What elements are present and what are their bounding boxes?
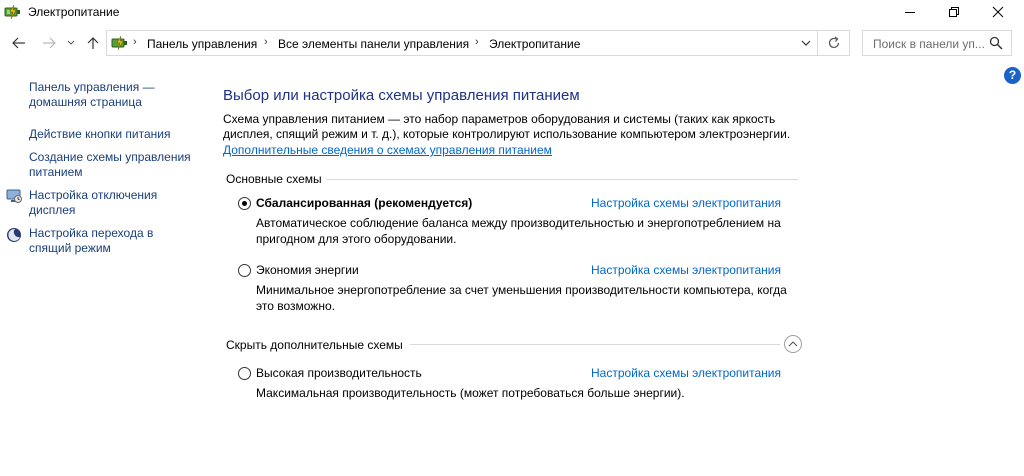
close-button[interactable] — [976, 0, 1020, 24]
moon-icon — [7, 228, 21, 242]
power-options-app-icon — [4, 4, 20, 20]
plan-settings-link-balanced[interactable]: Настройка схемы электропитания — [591, 196, 781, 210]
forward-button[interactable] — [38, 32, 60, 54]
basic-plans-heading: Основные схемы — [226, 172, 322, 186]
page-title: Выбор или настройка схемы управления пит… — [223, 87, 580, 104]
search-icon[interactable] — [989, 36, 1003, 50]
arrow-right-icon — [43, 37, 56, 49]
more-info-link[interactable]: Дополнительные сведения о схемах управле… — [223, 143, 552, 157]
search-input[interactable]: Поиск в панели уп... — [873, 37, 987, 51]
navigation-bar: › Панель управления › Все элементы панел… — [0, 28, 1024, 58]
chevron-down-icon — [801, 40, 811, 46]
chevron-right-icon: › — [133, 36, 137, 48]
window-title: Электропитание — [28, 5, 120, 19]
restore-button[interactable] — [932, 0, 976, 24]
plan-settings-link-high-performance[interactable]: Настройка схемы электропитания — [591, 366, 781, 380]
close-icon — [992, 6, 1004, 18]
refresh-button[interactable] — [818, 30, 850, 56]
group-divider — [410, 344, 780, 345]
plan-description-power-saver: Минимальное энергопотребление за счет ум… — [256, 283, 787, 313]
back-button[interactable] — [8, 32, 30, 54]
additional-plans-heading[interactable]: Скрыть дополнительные схемы — [226, 338, 403, 352]
up-button[interactable] — [82, 32, 104, 54]
chevron-right-icon[interactable]: › — [264, 36, 268, 48]
page-description: Схема управления питанием — это набор па… — [223, 112, 791, 141]
title-bar: Электропитание — [0, 0, 1024, 24]
restore-icon — [949, 7, 959, 17]
plan-radio-high-performance[interactable] — [238, 367, 251, 380]
chevron-down-icon — [67, 40, 75, 45]
collapse-additional-plans-button[interactable] — [784, 335, 802, 353]
breadcrumb-control-panel[interactable]: Панель управления — [147, 37, 257, 51]
minimize-icon — [905, 12, 915, 13]
sidebar-item-display-off[interactable]: Настройка отключения дисплея — [29, 188, 179, 218]
plan-radio-power-saver[interactable] — [238, 264, 251, 277]
help-button[interactable]: ? — [1004, 67, 1021, 84]
arrow-left-icon — [12, 37, 25, 49]
breadcrumb-all-items[interactable]: Все элементы панели управления — [278, 37, 469, 51]
plan-description-balanced: Автоматическое соблюдение баланса между … — [256, 216, 781, 246]
plan-name-power-saver[interactable]: Экономия энергии — [256, 263, 359, 277]
chevron-right-icon[interactable]: › — [475, 36, 479, 48]
plan-radio-balanced[interactable] — [238, 197, 251, 210]
breadcrumb-power-options[interactable]: Электропитание — [489, 37, 580, 51]
plan-name-high-performance[interactable]: Высокая производительность — [256, 366, 422, 380]
sidebar-item-power-button-action[interactable]: Действие кнопки питания — [29, 127, 199, 142]
group-divider — [326, 179, 798, 180]
sidebar-item-sleep-mode[interactable]: Настройка перехода в спящий режим — [29, 226, 179, 256]
address-history-button[interactable] — [801, 36, 811, 53]
plan-description-high-performance: Максимальная производительность (может п… — [256, 386, 685, 400]
plan-name-balanced[interactable]: Сбалансированная (рекомендуется) — [256, 196, 472, 210]
sidebar-item-create-plan[interactable]: Создание схемы управления питанием — [29, 150, 199, 180]
power-options-icon — [111, 35, 127, 51]
minimize-button[interactable] — [888, 0, 932, 24]
search-box[interactable]: Поиск в панели уп... — [862, 30, 1012, 56]
recent-locations-button[interactable] — [64, 32, 78, 54]
monitor-icon — [6, 189, 22, 203]
plan-settings-link-power-saver[interactable]: Настройка схемы электропитания — [591, 263, 781, 277]
arrow-up-icon — [87, 37, 99, 49]
refresh-icon — [828, 36, 839, 49]
address-bar[interactable]: › Панель управления › Все элементы панел… — [106, 30, 818, 56]
sidebar-home-link[interactable]: Панель управления — домашняя страница — [29, 80, 179, 110]
chevron-up-icon — [788, 341, 798, 347]
